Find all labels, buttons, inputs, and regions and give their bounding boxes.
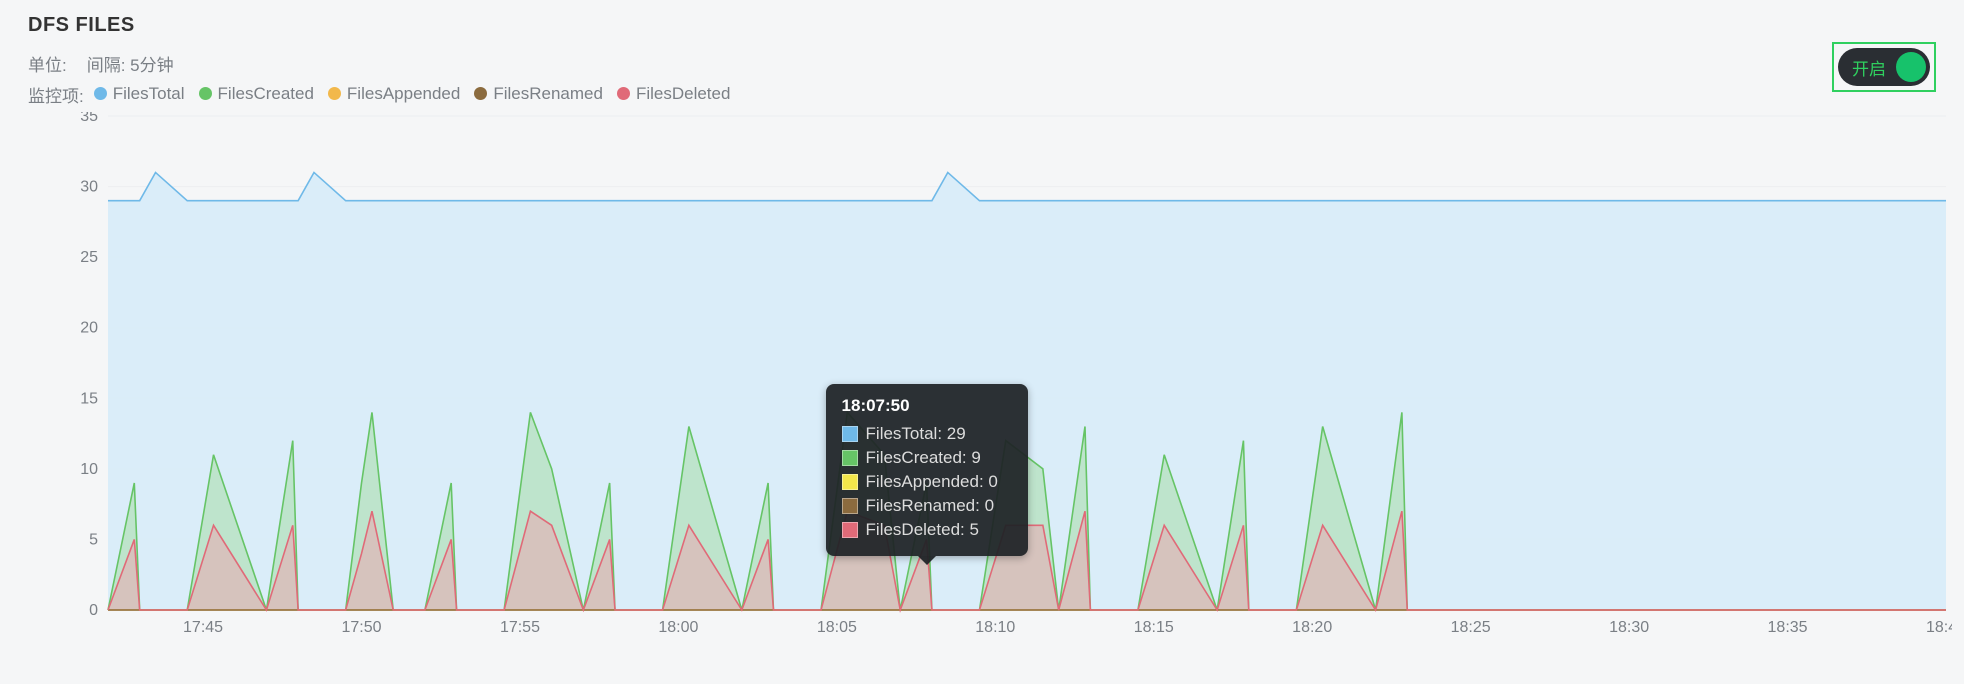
toggle-outline: 开启 [1832, 42, 1936, 92]
tooltip-arrow-icon [918, 556, 936, 565]
tooltip-row: FilesRenamed: 0 [842, 496, 1012, 516]
svg-text:18:00: 18:00 [658, 619, 698, 636]
legend-item[interactable]: FilesDeleted [617, 84, 731, 104]
tooltip-color-icon [842, 498, 858, 514]
enable-toggle[interactable]: 开启 [1838, 48, 1930, 86]
svg-text:18:15: 18:15 [1134, 619, 1174, 636]
svg-text:20: 20 [80, 320, 98, 337]
svg-text:5: 5 [89, 531, 98, 548]
legend-label: FilesAppended [347, 84, 460, 104]
unit-label: 单位: [28, 51, 67, 76]
legend-color-icon [474, 87, 487, 100]
svg-text:0: 0 [89, 602, 98, 619]
legend-color-icon [617, 87, 630, 100]
svg-text:18:35: 18:35 [1768, 619, 1808, 636]
tooltip-text: FilesCreated: 9 [866, 448, 981, 468]
svg-text:18:30: 18:30 [1609, 619, 1649, 636]
chart-area[interactable]: 0 5 10 15 20 25 30 35 17:45 17:50 17:55 18:00 18:05 1… [72, 112, 1952, 640]
svg-text:18:05: 18:05 [817, 619, 857, 636]
svg-text:35: 35 [80, 112, 98, 125]
tooltip-row: FilesCreated: 9 [842, 448, 1012, 468]
svg-text:17:55: 17:55 [500, 619, 540, 636]
legend-label: FilesRenamed [493, 84, 603, 104]
svg-text:30: 30 [80, 179, 98, 196]
legend-color-icon [328, 87, 341, 100]
svg-text:17:45: 17:45 [183, 619, 223, 636]
legend-item[interactable]: FilesAppended [328, 84, 460, 104]
svg-text:25: 25 [80, 249, 98, 266]
toggle-label: 开启 [1852, 55, 1886, 80]
tooltip-text: FilesRenamed: 0 [866, 496, 995, 516]
tooltip-text: FilesAppended: 0 [866, 472, 998, 492]
svg-text:18:10: 18:10 [975, 619, 1015, 636]
toggle-knob [1896, 52, 1926, 82]
svg-text:15: 15 [80, 390, 98, 407]
tooltip-color-icon [842, 474, 858, 490]
interval-label: 间隔: 5分钟 [87, 51, 174, 76]
svg-text:18:20: 18:20 [1292, 619, 1332, 636]
legend-item[interactable]: FilesTotal [94, 84, 185, 104]
chart-svg: 0 5 10 15 20 25 30 35 17:45 17:50 17:55 18:00 18:05 1… [72, 112, 1952, 640]
tooltip-color-icon [842, 522, 858, 538]
legend-item[interactable]: FilesRenamed [474, 84, 603, 104]
tooltip-row: FilesTotal: 29 [842, 424, 1012, 444]
legend-item[interactable]: FilesCreated [199, 84, 314, 104]
monitor-label: 监控项: [28, 82, 84, 107]
legend-label: FilesCreated [218, 84, 314, 104]
legend-color-icon [94, 87, 107, 100]
tooltip-text: FilesTotal: 29 [866, 424, 966, 444]
tooltip-row: FilesAppended: 0 [842, 472, 1012, 492]
svg-text:10: 10 [80, 461, 98, 478]
tooltip-row: FilesDeleted: 5 [842, 520, 1012, 540]
tooltip-time: 18:07:50 [842, 396, 1012, 416]
legend-color-icon [199, 87, 212, 100]
chart-tooltip: 18:07:50 FilesTotal: 29 FilesCreated: 9 Fi… [826, 384, 1028, 556]
svg-text:18:25: 18:25 [1451, 619, 1491, 636]
tooltip-text: FilesDeleted: 5 [866, 520, 979, 540]
legend-label: FilesTotal [113, 84, 185, 104]
svg-text:18:40: 18:40 [1926, 619, 1952, 636]
tooltip-color-icon [842, 450, 858, 466]
panel-title: DFS FILES [28, 14, 1936, 37]
svg-text:17:50: 17:50 [341, 619, 381, 636]
tooltip-color-icon [842, 426, 858, 442]
legend-label: FilesDeleted [636, 84, 731, 104]
